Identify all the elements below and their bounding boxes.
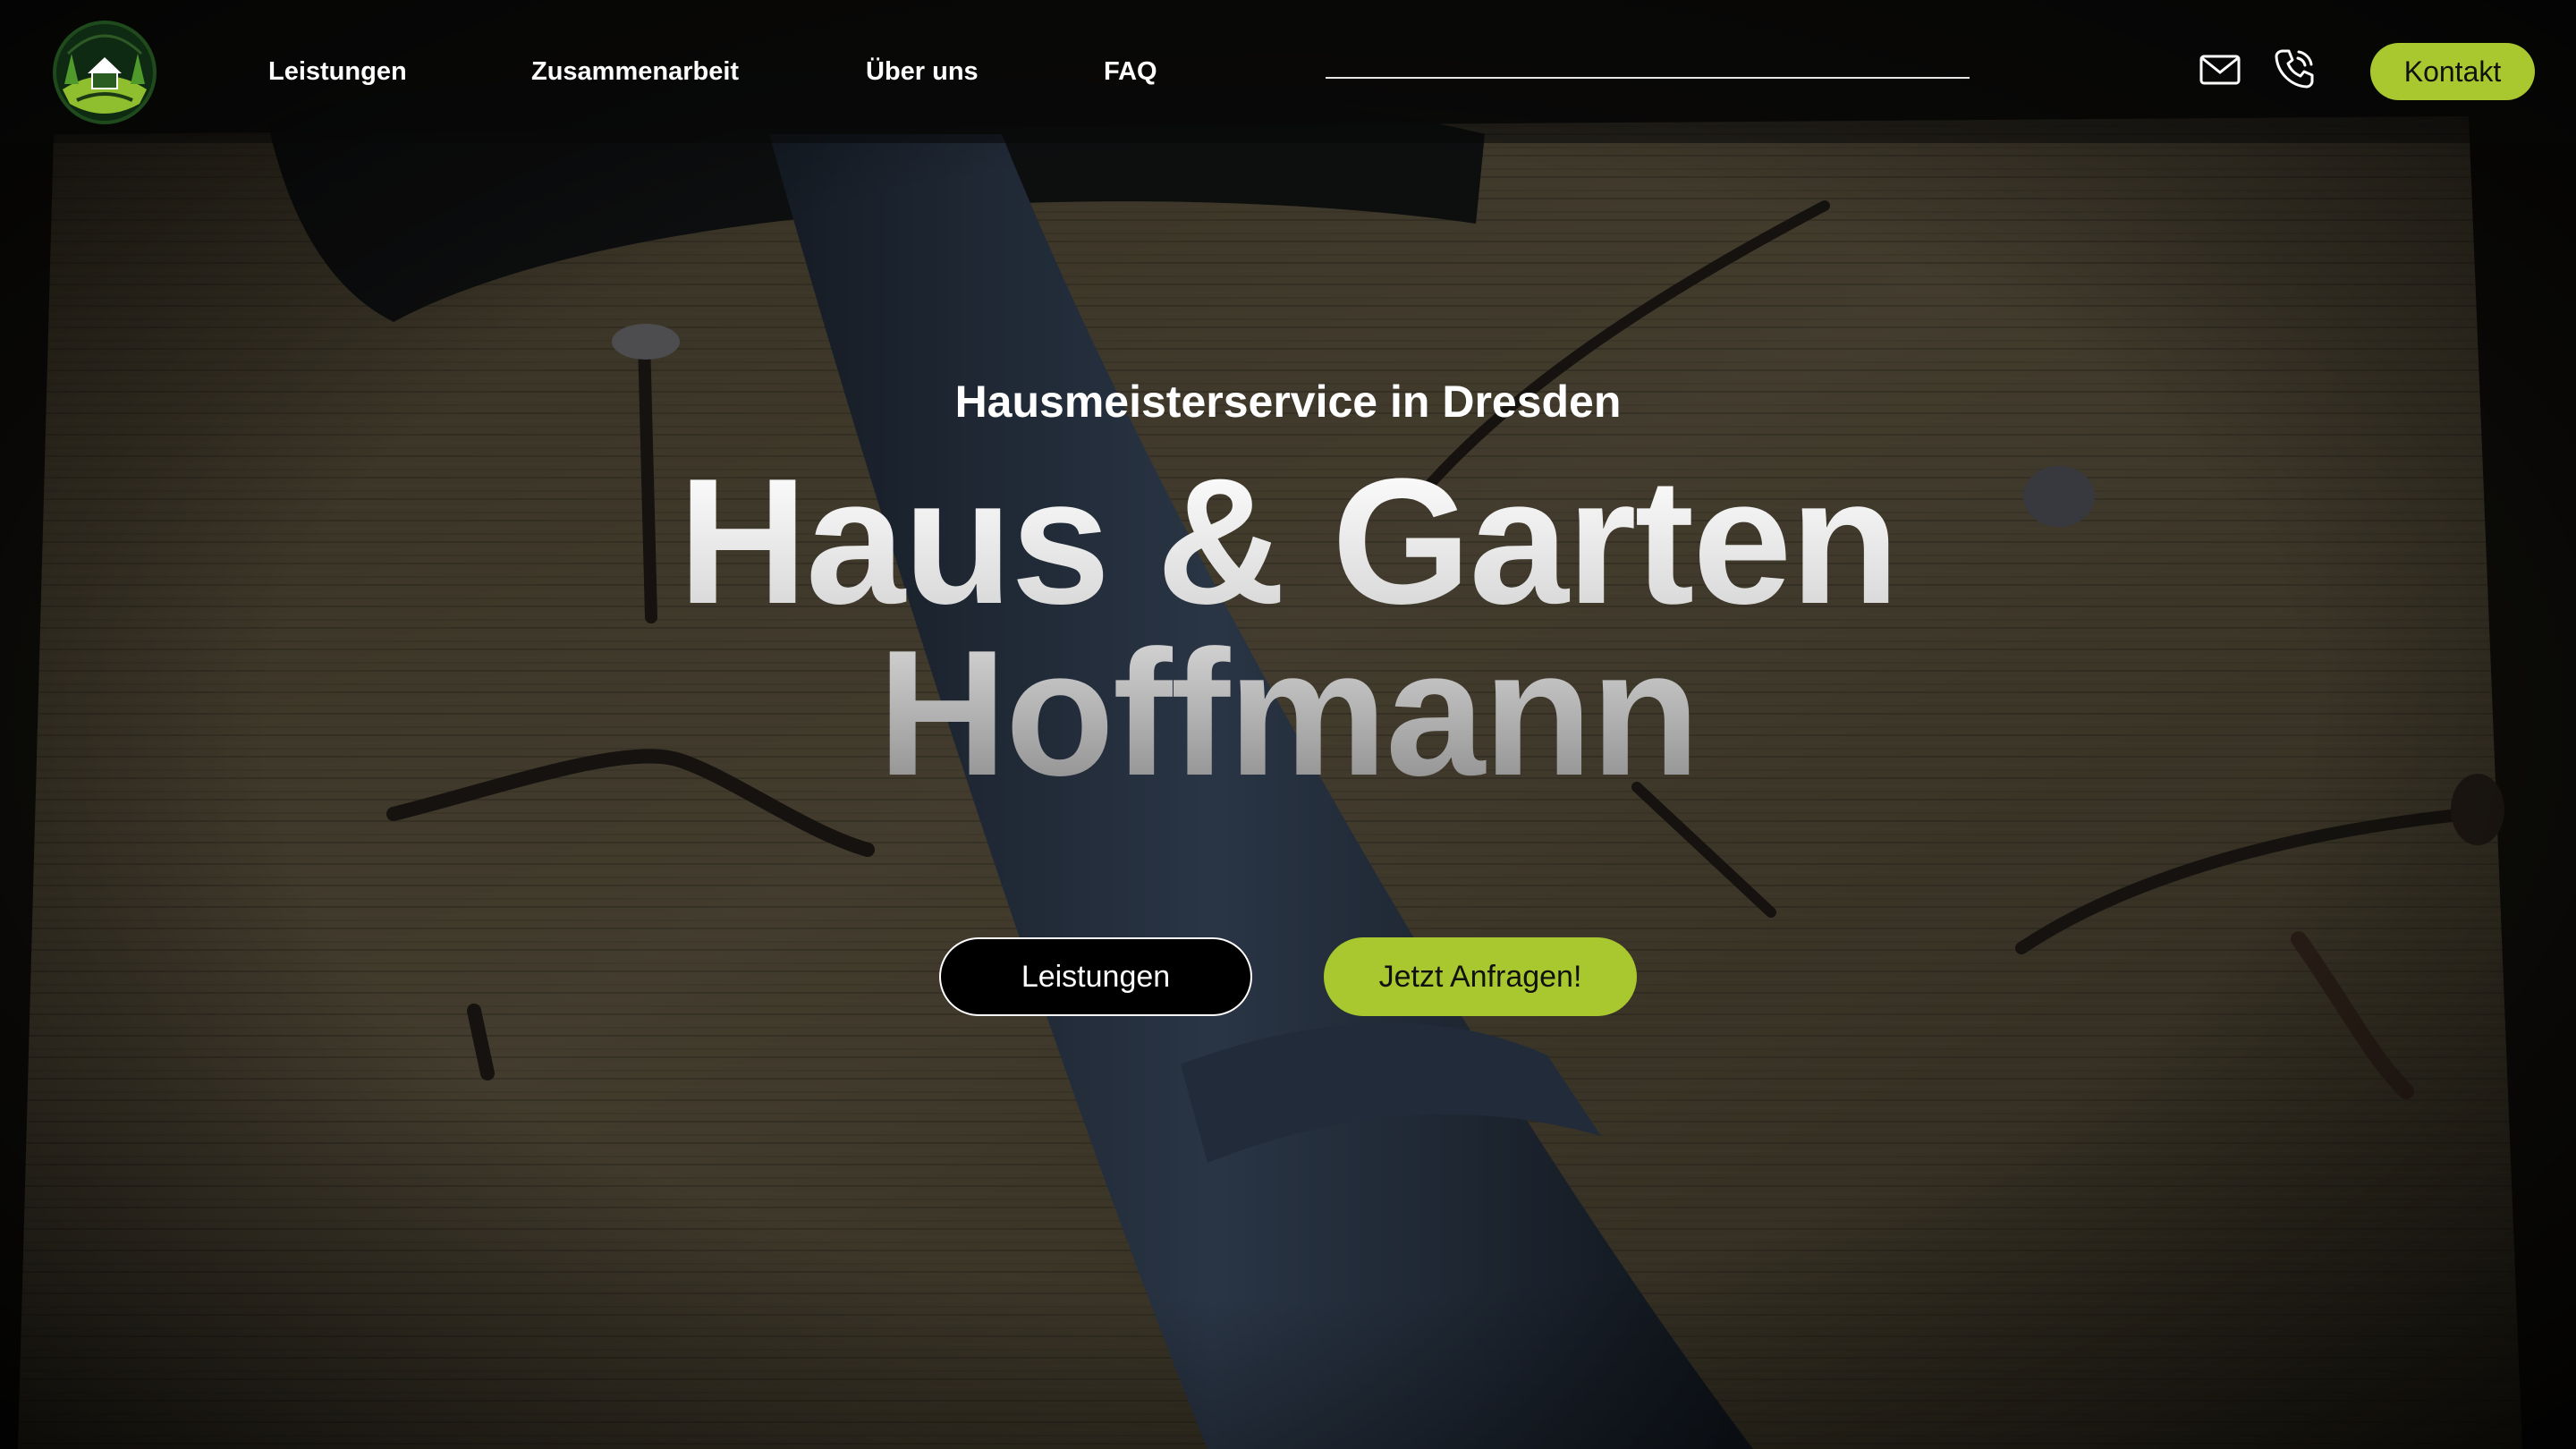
- kontakt-button[interactable]: Kontakt: [2370, 43, 2535, 100]
- jetzt-anfragen-button[interactable]: Jetzt Anfragen!: [1324, 937, 1637, 1016]
- phone-icon[interactable]: [2272, 47, 2317, 91]
- nav-item-leistungen[interactable]: Leistungen: [268, 50, 407, 93]
- hero-subtitle: Hausmeisterservice in Dresden: [954, 377, 1622, 427]
- house-garden-logo-icon[interactable]: [50, 18, 159, 127]
- hero-title-line-2: Hoffmann: [877, 614, 1699, 813]
- hero-title-line-1: Haus & Garten: [678, 442, 1898, 641]
- site-header: Leistungen Zusammenarbeit Über uns FAQ K…: [0, 0, 2576, 143]
- mail-icon[interactable]: [2199, 48, 2241, 91]
- nav-item-zusammenarbeit[interactable]: Zusammenarbeit: [531, 50, 739, 93]
- hero-title: Haus & Garten Hoffmann: [394, 456, 2182, 800]
- header-divider-line: [1326, 77, 1970, 79]
- nav-item-faq[interactable]: FAQ: [1104, 50, 1157, 93]
- hero-section: Leistungen Zusammenarbeit Über uns FAQ K…: [0, 0, 2576, 1449]
- leistungen-button[interactable]: Leistungen: [939, 937, 1252, 1016]
- nav-item-ueber-uns[interactable]: Über uns: [866, 50, 979, 93]
